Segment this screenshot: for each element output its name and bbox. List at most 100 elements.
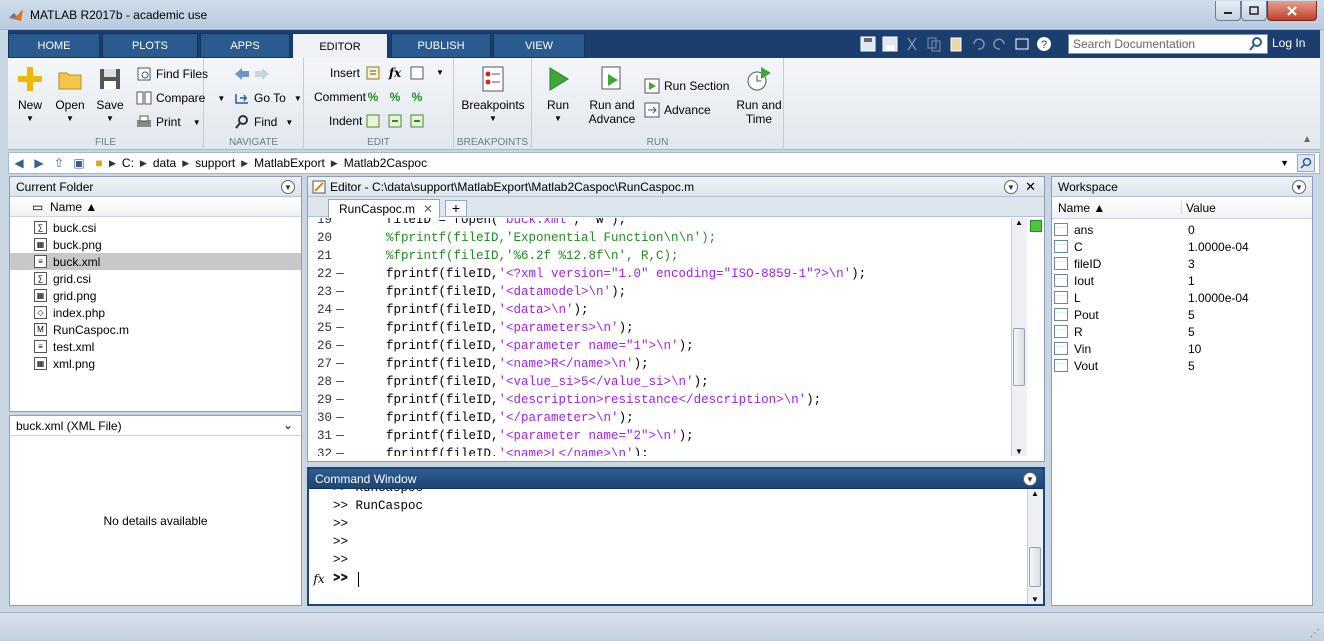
- file-row[interactable]: ▦ grid.png: [10, 287, 301, 304]
- code-line[interactable]: 30— fprintf(fileID,'</parameter>\n');: [308, 409, 1028, 427]
- scroll-down-icon[interactable]: ▼: [1031, 595, 1039, 604]
- code-analyzer-indicator[interactable]: [1030, 220, 1042, 232]
- open-button[interactable]: Open ▼: [52, 64, 88, 123]
- insert-function-template-button[interactable]: [408, 64, 426, 82]
- tab-view[interactable]: VIEW: [493, 33, 585, 58]
- breakpoint-marker[interactable]: —: [332, 429, 348, 443]
- code-line[interactable]: 29— fprintf(fileID,'<description>resista…: [308, 391, 1028, 409]
- code-line[interactable]: 24— fprintf(fileID,'<data>\n');: [308, 301, 1028, 319]
- crumb-support[interactable]: support: [189, 156, 241, 170]
- quick-copy-button[interactable]: [924, 35, 944, 53]
- run-button[interactable]: Run ▼: [538, 64, 578, 123]
- workspace-variable-row[interactable]: R5: [1052, 323, 1312, 340]
- file-row[interactable]: ∑ grid.csi: [10, 270, 301, 287]
- minimize-button[interactable]: [1215, 1, 1241, 21]
- workspace-variable-row[interactable]: C 1.0000e-04: [1052, 238, 1312, 255]
- print-button[interactable]: Print ▼: [136, 112, 201, 132]
- find-files-button[interactable]: Find Files: [136, 64, 208, 84]
- breakpoint-marker[interactable]: —: [332, 357, 348, 371]
- wrap-comments-button[interactable]: %: [408, 88, 426, 106]
- save-button[interactable]: Save ▼: [92, 64, 128, 123]
- code-line[interactable]: 20 %fprintf(fileID,'Exponential Function…: [308, 229, 1028, 247]
- close-tab-icon[interactable]: ✕: [423, 202, 433, 216]
- quick-save-button[interactable]: [880, 35, 900, 53]
- name-column-header[interactable]: ▭ Name ▲: [10, 197, 301, 217]
- ws-name-column-header[interactable]: Name ▲: [1052, 200, 1182, 215]
- file-row[interactable]: ◇ index.php: [10, 304, 301, 321]
- resize-grip-icon[interactable]: ⋰: [1310, 628, 1320, 639]
- chevron-down-icon[interactable]: ⌄: [283, 418, 293, 432]
- file-row[interactable]: ∑ buck.csi: [10, 219, 301, 236]
- workspace-variable-row[interactable]: fileID 3: [1052, 255, 1312, 272]
- increase-indent-button[interactable]: [386, 112, 404, 130]
- scroll-down-icon[interactable]: ▼: [1015, 447, 1023, 456]
- comment-button[interactable]: %: [364, 88, 382, 106]
- advance-button[interactable]: Advance: [644, 100, 711, 120]
- workspace-variable-row[interactable]: Pout 5: [1052, 306, 1312, 323]
- file-row[interactable]: ▦ buck.png: [10, 236, 301, 253]
- crumb-data[interactable]: data: [147, 156, 182, 170]
- breakpoint-marker[interactable]: —: [332, 393, 348, 407]
- code-line[interactable]: 21 %fprintf(fileID,'%6.2f %12.8f\n', R,C…: [308, 247, 1028, 265]
- workspace-variable-row[interactable]: Iout 1: [1052, 272, 1312, 289]
- breakpoint-marker[interactable]: —: [332, 411, 348, 425]
- quick-switch-windows-button[interactable]: [1012, 35, 1032, 53]
- insert-function-button[interactable]: fx: [386, 64, 404, 82]
- maximize-button[interactable]: [1241, 1, 1267, 21]
- panel-options-icon[interactable]: ▼: [281, 180, 295, 194]
- decrease-indent-button[interactable]: [408, 112, 426, 130]
- file-row[interactable]: M RunCaspoc.m: [10, 321, 301, 338]
- breakpoints-button[interactable]: Breakpoints ▼: [458, 64, 528, 123]
- breakpoint-marker[interactable]: —: [332, 339, 348, 353]
- close-editor-icon[interactable]: ✕: [1025, 179, 1036, 195]
- quick-paste-button[interactable]: [946, 35, 966, 53]
- quick-undo-button[interactable]: [968, 35, 988, 53]
- workspace-variable-row[interactable]: Vin 10: [1052, 340, 1312, 357]
- browse-folder-icon[interactable]: ▣: [69, 156, 89, 170]
- help-button[interactable]: ?: [1034, 35, 1054, 53]
- collapse-ribbon-icon[interactable]: ▲: [1302, 134, 1312, 145]
- breakpoint-marker[interactable]: —: [332, 303, 348, 317]
- quick-save-all-button[interactable]: [858, 35, 878, 53]
- tab-publish[interactable]: PUBLISH: [391, 33, 491, 58]
- login-link[interactable]: Log In: [1272, 36, 1305, 50]
- editor-tab-runcaspoc[interactable]: RunCaspoc.m ✕: [328, 199, 440, 218]
- file-row[interactable]: ≡ buck.xml: [10, 253, 301, 270]
- insert-dropdown-icon[interactable]: ▼: [436, 68, 444, 77]
- run-and-time-button[interactable]: Run and Time: [736, 64, 782, 126]
- new-tab-button[interactable]: +: [445, 200, 467, 217]
- code-editor[interactable]: 19 fileID = fopen('buck.xml', 'w'); 20 %f…: [308, 218, 1028, 456]
- insert-section-button[interactable]: [364, 64, 382, 82]
- crumb-drive[interactable]: C:: [116, 156, 140, 170]
- search-documentation-input[interactable]: Search Documentation: [1068, 34, 1268, 54]
- uncomment-button[interactable]: %: [386, 88, 404, 106]
- quick-cut-button[interactable]: [902, 35, 922, 53]
- new-button[interactable]: New ▼: [12, 64, 48, 123]
- crumb-matlab2caspoc[interactable]: Matlab2Caspoc: [338, 156, 433, 170]
- forward-icon[interactable]: ▶: [29, 156, 49, 170]
- ws-value-column-header[interactable]: Value: [1182, 201, 1216, 215]
- breakpoint-marker[interactable]: —: [332, 285, 348, 299]
- tab-apps[interactable]: APPS: [200, 33, 290, 58]
- workspace-options-icon[interactable]: ▼: [1292, 180, 1306, 194]
- command-scrollbar[interactable]: ▲ ▼: [1027, 489, 1043, 604]
- crumb-matlabexport[interactable]: MatlabExport: [248, 156, 331, 170]
- editor-options-icon[interactable]: ▼: [1004, 180, 1018, 194]
- breakpoint-marker[interactable]: —: [332, 447, 348, 456]
- code-line[interactable]: 19 fileID = fopen('buck.xml', 'w');: [308, 218, 1028, 229]
- code-line[interactable]: 26— fprintf(fileID,'<parameter name="1">…: [308, 337, 1028, 355]
- up-folder-icon[interactable]: ⇧: [49, 156, 69, 170]
- code-line[interactable]: 27— fprintf(fileID,'<name>R</name>\n');: [308, 355, 1028, 373]
- back-icon[interactable]: ◀: [9, 156, 29, 170]
- command-scroll-thumb[interactable]: [1029, 547, 1041, 587]
- address-dropdown-icon[interactable]: ▼: [1280, 158, 1289, 168]
- smart-indent-button[interactable]: [364, 112, 382, 130]
- code-line[interactable]: 31— fprintf(fileID,'<parameter name="2">…: [308, 427, 1028, 445]
- code-line[interactable]: 32— fprintf(fileID,'<name>L</name>\n');: [308, 445, 1028, 456]
- file-row[interactable]: ▦ xml.png: [10, 355, 301, 372]
- quick-redo-button[interactable]: [990, 35, 1010, 53]
- workspace-variable-row[interactable]: ans 0: [1052, 221, 1312, 238]
- breakpoint-marker[interactable]: —: [332, 267, 348, 281]
- workspace-variable-row[interactable]: Vout 5: [1052, 357, 1312, 374]
- breakpoint-marker[interactable]: —: [332, 321, 348, 335]
